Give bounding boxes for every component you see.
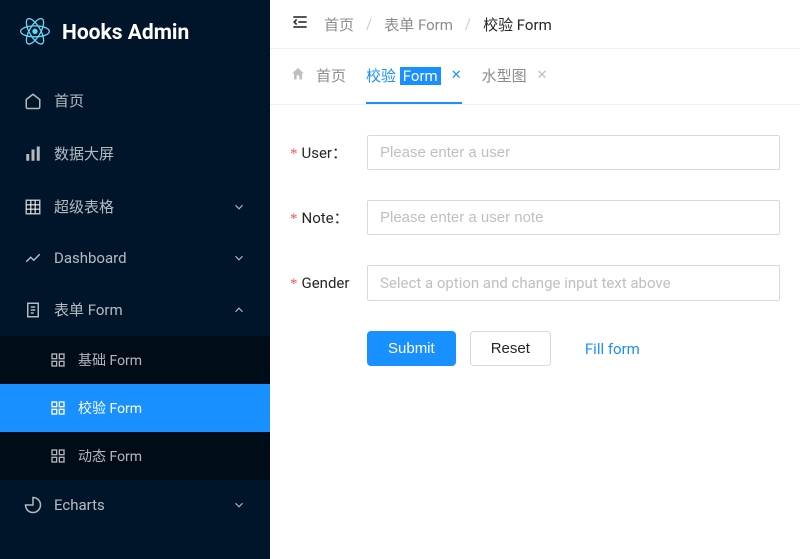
- sidebar-item-label: 首页: [54, 90, 246, 111]
- sidebar-item-dynamic-form[interactable]: 动态 Form: [0, 432, 270, 480]
- select-placeholder: Select a option and change input text ab…: [380, 274, 671, 292]
- sidebar-submenu-form: 基础 Form 校验 Form 动态 Form: [0, 336, 270, 480]
- sidebar-item-form[interactable]: 表单 Form: [0, 283, 270, 336]
- form-actions: Submit Reset Fill form: [367, 331, 780, 366]
- sidebar-item-validate-form[interactable]: 校验 Form: [0, 384, 270, 432]
- sidebar-item-dashboard[interactable]: Dashboard: [0, 233, 270, 283]
- sidebar-item-supertable[interactable]: 超级表格: [0, 180, 270, 233]
- close-icon[interactable]: ✕: [451, 68, 462, 83]
- sidebar-item-label: 表单 Form: [54, 299, 220, 320]
- chevron-up-icon: [232, 303, 246, 317]
- sidebar-item-label: Dashboard: [54, 249, 220, 267]
- tabs: 首页 校验 Form ✕ 水型图 ✕: [270, 49, 800, 105]
- user-input[interactable]: [367, 135, 780, 170]
- gender-select[interactable]: Select a option and change input text ab…: [367, 265, 780, 301]
- topbar: 首页 / 表单 Form / 校验 Form: [270, 0, 800, 49]
- note-label: *Note：: [290, 207, 367, 228]
- chevron-down-icon: [232, 200, 246, 214]
- breadcrumb-item: 校验 Form: [483, 14, 552, 35]
- sidebar-item-label: 动态 Form: [78, 446, 142, 466]
- collapse-sidebar-button[interactable]: [290, 12, 310, 36]
- reset-button[interactable]: Reset: [470, 331, 551, 366]
- sidebar-item-basic-form[interactable]: 基础 Form: [0, 336, 270, 384]
- chevron-down-icon: [232, 498, 246, 512]
- breadcrumb-separator: /: [465, 15, 471, 33]
- form-content: *User： *Note： *Gender Select a option an…: [270, 105, 800, 396]
- brand-text: Hooks Admin: [62, 21, 189, 45]
- sidebar-item-label: 校验 Form: [78, 398, 142, 418]
- close-icon[interactable]: ✕: [537, 68, 548, 83]
- form-row-user: *User：: [290, 135, 780, 170]
- pie-icon: [24, 496, 42, 514]
- fill-form-link[interactable]: Fill form: [585, 340, 640, 358]
- brand: Hooks Admin: [0, 0, 270, 66]
- tab-label: 校验 Form: [366, 65, 441, 86]
- appstore-icon: [50, 352, 66, 368]
- tab-label: 水型图: [482, 65, 527, 86]
- chevron-down-icon: [232, 251, 246, 265]
- tab-home[interactable]: 首页: [290, 49, 346, 104]
- gender-label: *Gender: [290, 274, 367, 293]
- sidebar-item-echarts[interactable]: Echarts: [0, 480, 270, 530]
- main: 首页 / 表单 Form / 校验 Form 首页 校验 Form ✕ 水型图 …: [270, 0, 800, 559]
- breadcrumb-item[interactable]: 首页: [324, 14, 354, 35]
- react-logo-icon: [20, 18, 50, 48]
- submit-button[interactable]: Submit: [367, 331, 456, 366]
- home-icon: [24, 92, 42, 110]
- bar-chart-icon: [24, 145, 42, 163]
- tab-water-chart[interactable]: 水型图 ✕: [482, 49, 548, 104]
- breadcrumb-item[interactable]: 表单 Form: [384, 14, 453, 35]
- breadcrumb-separator: /: [366, 15, 372, 33]
- grid-icon: [24, 198, 42, 216]
- home-icon: [290, 66, 306, 86]
- appstore-icon: [50, 400, 66, 416]
- tab-validate-form[interactable]: 校验 Form ✕: [366, 49, 462, 104]
- tab-label: 首页: [316, 65, 346, 86]
- sidebar-item-label: 基础 Form: [78, 350, 142, 370]
- form-row-note: *Note：: [290, 200, 780, 235]
- breadcrumb: 首页 / 表单 Form / 校验 Form: [324, 14, 552, 35]
- sidebar: Hooks Admin 首页 数据大屏 超级表格 Dashboard: [0, 0, 270, 559]
- line-chart-icon: [24, 249, 42, 267]
- sidebar-menu: 首页 数据大屏 超级表格 Dashboard 表单 Form: [0, 66, 270, 530]
- sidebar-item-label: Echarts: [54, 496, 220, 514]
- form-row-gender: *Gender Select a option and change input…: [290, 265, 780, 301]
- sidebar-item-home[interactable]: 首页: [0, 74, 270, 127]
- note-input[interactable]: [367, 200, 780, 235]
- sidebar-item-label: 数据大屏: [54, 143, 246, 164]
- appstore-icon: [50, 448, 66, 464]
- user-label: *User：: [290, 142, 367, 163]
- sidebar-item-datascreen[interactable]: 数据大屏: [0, 127, 270, 180]
- sidebar-item-label: 超级表格: [54, 196, 220, 217]
- document-icon: [24, 301, 42, 319]
